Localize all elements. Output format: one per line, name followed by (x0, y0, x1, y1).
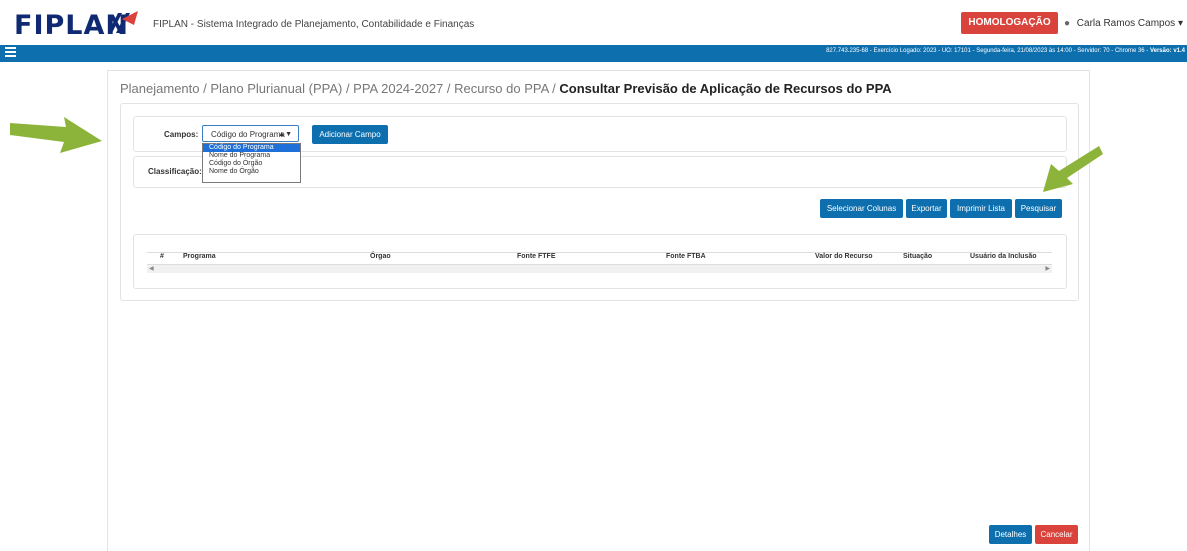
col-valor-recurso[interactable]: Valor do Recurso (815, 253, 873, 260)
add-field-button[interactable]: Adicionar Campo (312, 125, 388, 144)
status-bar: 827.743.235-68 - Exercício Logado: 2023 … (0, 45, 1187, 62)
select-columns-button[interactable]: Selecionar Colunas (820, 199, 903, 218)
table-scrollbar[interactable]: ◀ ▶ (147, 265, 1052, 273)
col-usuario-inclusao[interactable]: Usuário da Inclusão (970, 253, 1037, 260)
option-codigo-orgao[interactable]: Código do Órgão (203, 160, 300, 168)
scroll-right-icon[interactable]: ▶ (1045, 265, 1050, 272)
logo-mark-icon (108, 11, 138, 33)
classificacao-label: Classificação: (148, 167, 202, 176)
user-menu[interactable]: ● Carla Ramos Campos ▾ (1064, 18, 1183, 29)
campos-select[interactable]: Código do Programa ▲▼ (202, 125, 299, 142)
option-nome-programa[interactable]: Nome do Programa (203, 152, 300, 160)
top-header: FIPLAN FIPLAN - Sistema Integrado de Pla… (0, 0, 1187, 45)
menu-icon[interactable] (5, 47, 16, 59)
breadcrumb: Planejamento / Plano Plurianual (PPA) / … (120, 81, 892, 96)
export-button[interactable]: Exportar (906, 199, 947, 218)
breadcrumb-path: Planejamento / Plano Plurianual (PPA) / … (120, 81, 560, 96)
col-fonte-ftba[interactable]: Fonte FTBA (666, 253, 706, 260)
version-label: Versão: v1.4 (1149, 48, 1185, 54)
option-nome-orgao[interactable]: Nome do Órgão (203, 168, 300, 176)
col-orgao[interactable]: Órgao (370, 253, 391, 260)
campos-dropdown-list[interactable]: Código do Programa Nome do Programa Códi… (202, 143, 301, 183)
print-list-button[interactable]: Imprimir Lista (950, 199, 1012, 218)
col-fonte-ftfe[interactable]: Fonte FTFE (517, 253, 556, 260)
user-name: Carla Ramos Campos (1076, 18, 1176, 29)
campos-select-value: Código do Programa (211, 130, 285, 139)
cancel-button[interactable]: Cancelar (1035, 525, 1078, 544)
annotation-arrow-right (1043, 146, 1103, 192)
session-text: 827.743.235-68 - Exercício Logado: 2023 … (826, 48, 1150, 54)
annotation-arrow-left (10, 117, 102, 153)
scroll-left-icon[interactable]: ◀ (149, 265, 154, 272)
campos-label: Campos: (164, 130, 199, 139)
select-caret-icon: ▲▼ (278, 131, 292, 138)
col-index[interactable]: # (160, 253, 164, 260)
search-button[interactable]: Pesquisar (1015, 199, 1062, 218)
session-info: 827.743.235-68 - Exercício Logado: 2023 … (826, 48, 1185, 54)
option-codigo-programa[interactable]: Código do Programa (203, 144, 300, 152)
user-icon: ● (1064, 18, 1071, 29)
page-title: Consultar Previsão de Aplicação de Recur… (559, 81, 892, 96)
details-button[interactable]: Detalhes (989, 525, 1032, 544)
col-programa[interactable]: Programa (183, 253, 216, 260)
environment-badge: HOMOLOGAÇÃO (961, 12, 1058, 34)
col-situacao[interactable]: Situação (903, 253, 932, 260)
app-title: FIPLAN - Sistema Integrado de Planejamen… (153, 19, 475, 30)
chevron-down-icon: ▾ (1177, 18, 1183, 29)
